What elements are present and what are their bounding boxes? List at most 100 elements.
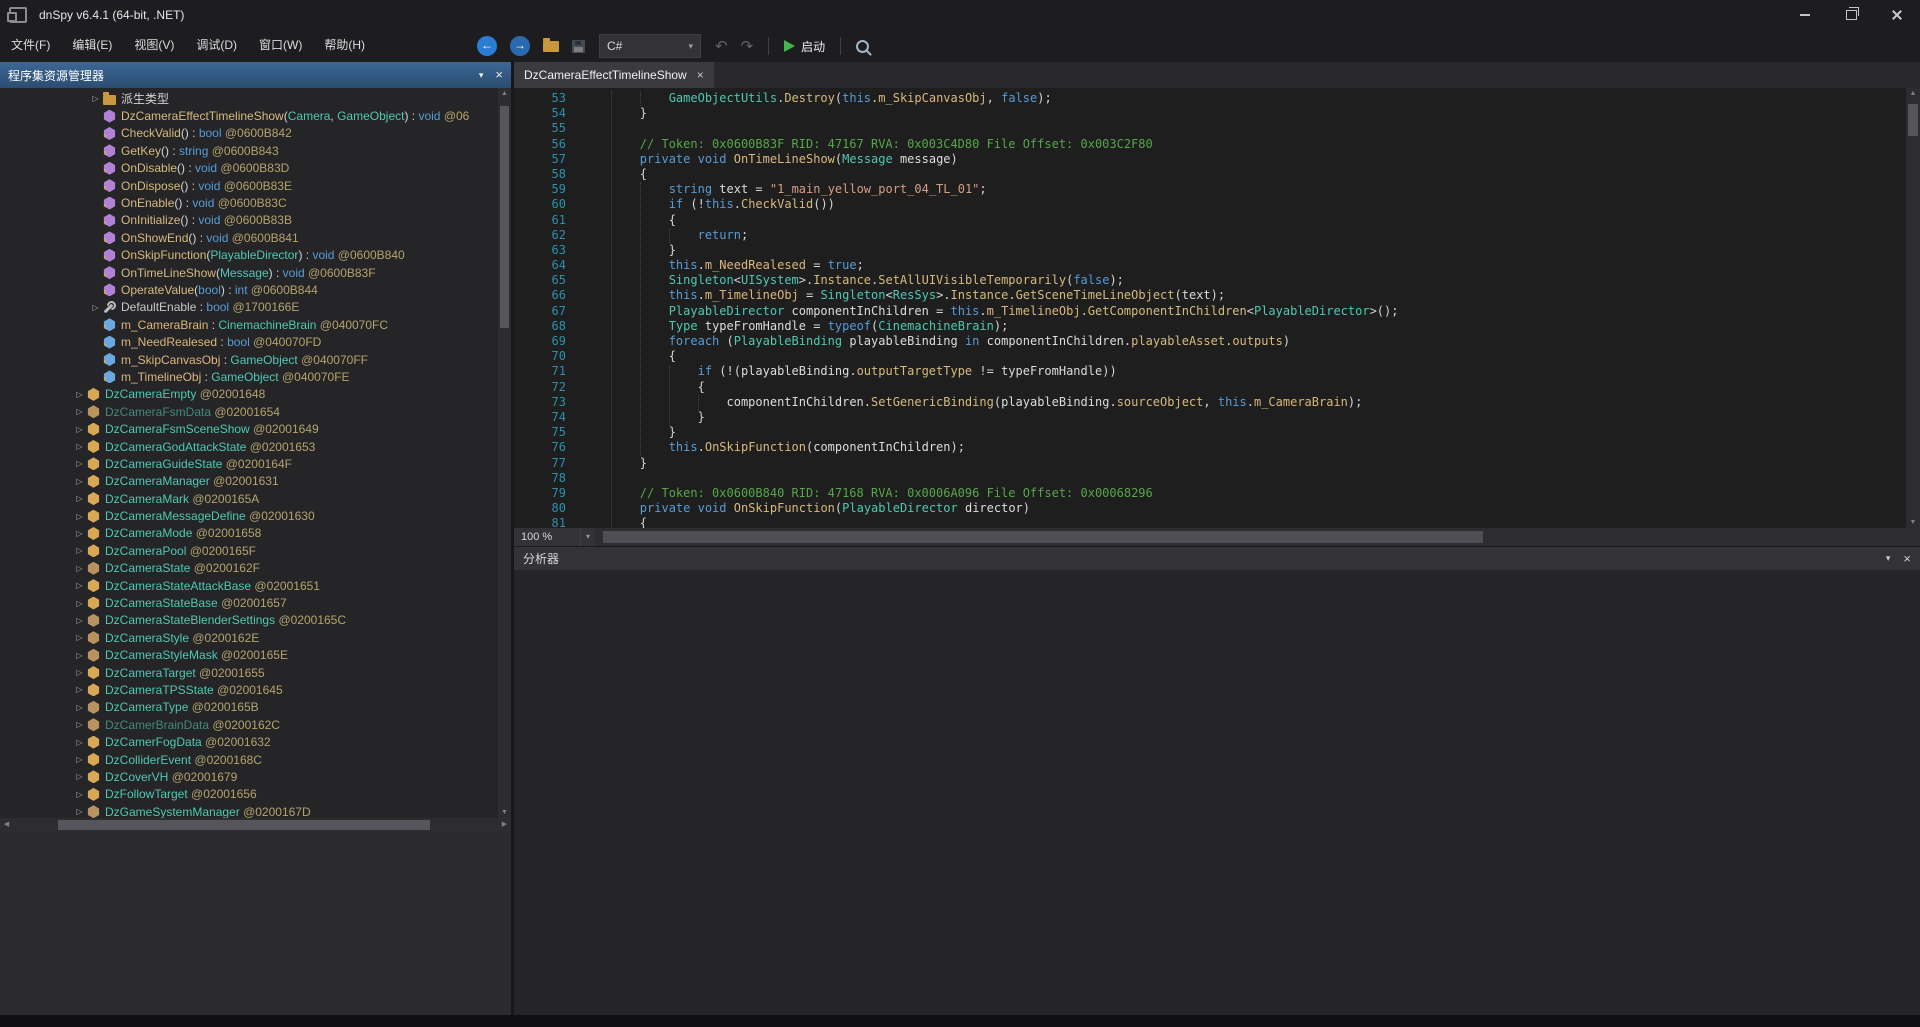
open-file-button[interactable]	[538, 34, 564, 58]
tree-vertical-scroll-thumb[interactable]	[500, 106, 509, 328]
code-editor[interactable]: 53 GameObjectUtils.Destroy(this.m_SkipCa…	[514, 88, 1920, 528]
tree-horizontal-scrollbar[interactable]: ◀ ▶	[0, 818, 511, 832]
zoom-caret-icon[interactable]: ▾	[580, 528, 595, 546]
tree-item[interactable]: ▷派生类型	[0, 90, 498, 107]
assembly-tree[interactable]: ▷派生类型DzCameraEffectTimelineShow(Camera, …	[0, 88, 498, 818]
tree-item[interactable]: CheckValid() : bool @0600B842	[0, 125, 498, 142]
code-lines[interactable]: 53 GameObjectUtils.Destroy(this.m_SkipCa…	[514, 88, 1906, 528]
expander-icon[interactable]: ▷	[72, 390, 87, 399]
language-combobox[interactable]: C# ▾	[599, 34, 701, 58]
tree-item[interactable]: ▷DzCameraManager @02001631	[0, 473, 498, 490]
tree-item[interactable]: ▷DzCameraStateBlenderSettings @0200165C	[0, 612, 498, 629]
expander-icon[interactable]: ▷	[72, 512, 87, 521]
start-debug-button[interactable]: 启动	[779, 34, 830, 58]
expander-icon[interactable]: ▷	[88, 303, 103, 312]
tree-horizontal-scroll-thumb[interactable]	[58, 820, 430, 830]
expander-icon[interactable]: ▷	[72, 755, 87, 764]
tree-item[interactable]: ▷DzCoverVH @02001679	[0, 768, 498, 785]
expander-icon[interactable]: ▷	[72, 599, 87, 608]
analyzer-menu-caret-icon[interactable]: ▾	[1886, 553, 1891, 564]
tree-item[interactable]: DzCameraEffectTimelineShow(Camera, GameO…	[0, 107, 498, 124]
tree-item[interactable]: ▷DzCameraMessageDefine @02001630	[0, 507, 498, 524]
expander-icon[interactable]: ▷	[72, 442, 87, 451]
tree-item[interactable]: OnEnable() : void @0600B83C	[0, 194, 498, 211]
search-assemblies-button[interactable]	[851, 34, 878, 58]
menu-item[interactable]: 编辑(E)	[61, 30, 123, 62]
tree-item[interactable]: ▷DzCameraFsmData @02001654	[0, 403, 498, 420]
expander-icon[interactable]: ▷	[72, 685, 87, 694]
menu-item[interactable]: 窗口(W)	[248, 30, 313, 62]
expander-icon[interactable]: ▷	[72, 425, 87, 434]
tree-item[interactable]: ▷DzGameSystemManager @0200167D	[0, 803, 498, 818]
scroll-down-icon[interactable]: ▼	[498, 809, 511, 816]
tree-item[interactable]: ▷DefaultEnable : bool @1700166E	[0, 299, 498, 316]
expander-icon[interactable]: ▷	[72, 459, 87, 468]
tree-item[interactable]: OnDispose() : void @0600B83E	[0, 177, 498, 194]
tree-item[interactable]: ▷DzCameraTarget @02001655	[0, 664, 498, 681]
minimize-button[interactable]	[1782, 0, 1828, 30]
tree-item[interactable]: OnDisable() : void @0600B83D	[0, 160, 498, 177]
tab-dzcameraeffecttimelineshow[interactable]: DzCameraEffectTimelineShow ×	[514, 62, 714, 88]
tree-item[interactable]: OnTimeLineShow(Message) : void @0600B83F	[0, 264, 498, 281]
tree-item[interactable]: ▷DzCameraTPSState @02001645	[0, 681, 498, 698]
tab-close-icon[interactable]: ×	[697, 68, 704, 82]
tree-item[interactable]: m_SkipCanvasObj : GameObject @040070FF	[0, 351, 498, 368]
expander-icon[interactable]: ▷	[72, 546, 87, 555]
scroll-up-icon[interactable]: ▲	[498, 90, 511, 97]
tree-item[interactable]: OnInitialize() : void @0600B83B	[0, 212, 498, 229]
tree-item[interactable]: ▷DzCameraType @0200165B	[0, 699, 498, 716]
tree-item[interactable]: OperateValue(bool) : int @0600B844	[0, 281, 498, 298]
tree-item[interactable]: ▷DzCameraState @0200162F	[0, 560, 498, 577]
tree-item[interactable]: ▷DzCameraStateBase @02001657	[0, 594, 498, 611]
tree-item[interactable]: ▷DzCameraEmpty @02001648	[0, 386, 498, 403]
scroll-right-icon[interactable]: ▶	[498, 818, 511, 832]
redo-button[interactable]: ↷	[736, 34, 759, 58]
editor-vertical-scrollbar[interactable]: ▲ ▼	[1906, 88, 1920, 528]
tree-item[interactable]: ▷DzCameraMode @02001658	[0, 525, 498, 542]
expander-icon[interactable]: ▷	[72, 772, 87, 781]
close-button[interactable]	[1874, 0, 1920, 30]
expander-icon[interactable]: ▷	[72, 581, 87, 590]
expander-icon[interactable]: ▷	[72, 494, 87, 503]
editor-horizontal-scrollbar[interactable]	[595, 528, 1920, 546]
tree-item[interactable]: m_CameraBrain : CinemachineBrain @040070…	[0, 316, 498, 333]
tree-item[interactable]: ▷DzCameraStyleMask @0200165E	[0, 647, 498, 664]
scroll-up-icon[interactable]: ▲	[1906, 90, 1920, 97]
tree-item[interactable]: ▷DzCameraFsmSceneShow @02001649	[0, 420, 498, 437]
menu-item[interactable]: 视图(V)	[123, 30, 185, 62]
tree-item[interactable]: ▷DzColliderEvent @0200168C	[0, 751, 498, 768]
tree-item[interactable]: ▷DzCameraGuideState @0200164F	[0, 455, 498, 472]
tree-item[interactable]: m_TimelineObj : GameObject @040070FE	[0, 368, 498, 385]
tree-item[interactable]: m_NeedRealesed : bool @040070FD	[0, 333, 498, 350]
tree-item[interactable]: OnShowEnd() : void @0600B841	[0, 229, 498, 246]
tree-item[interactable]: ▷DzCameraStyle @0200162E	[0, 629, 498, 646]
analyzer-close-icon[interactable]: ×	[1903, 553, 1911, 565]
menu-item[interactable]: 文件(F)	[0, 30, 61, 62]
editor-vertical-scroll-thumb[interactable]	[1908, 104, 1918, 136]
expander-icon[interactable]: ▷	[72, 668, 87, 677]
panel-menu-caret-icon[interactable]: ▾	[479, 70, 484, 81]
expander-icon[interactable]: ▷	[88, 94, 103, 103]
navigate-forward-button[interactable]: →	[505, 34, 535, 58]
panel-close-icon[interactable]: ×	[495, 69, 503, 81]
tree-item[interactable]: ▷DzCamerFogData @02001632	[0, 733, 498, 750]
zoom-combobox[interactable]: 100 %	[514, 528, 580, 546]
tree-item[interactable]: GetKey() : string @0600B843	[0, 142, 498, 159]
undo-button[interactable]: ↶	[710, 34, 733, 58]
tree-item[interactable]: ▷DzCameraMark @0200165A	[0, 490, 498, 507]
tree-item[interactable]: ▷DzCameraPool @0200165F	[0, 542, 498, 559]
tree-item[interactable]: ▷DzCamerBrainData @0200162C	[0, 716, 498, 733]
expander-icon[interactable]: ▷	[72, 720, 87, 729]
expander-icon[interactable]: ▷	[72, 807, 87, 816]
expander-icon[interactable]: ▷	[72, 407, 87, 416]
editor-horizontal-scroll-thumb[interactable]	[603, 531, 1483, 543]
expander-icon[interactable]: ▷	[72, 738, 87, 747]
tree-item[interactable]: OnSkipFunction(PlayableDirector) : void …	[0, 247, 498, 264]
expander-icon[interactable]: ▷	[72, 477, 87, 486]
tree-item[interactable]: ▷DzFollowTarget @02001656	[0, 786, 498, 803]
menu-item[interactable]: 调试(D)	[185, 30, 248, 62]
expander-icon[interactable]: ▷	[72, 790, 87, 799]
menu-item[interactable]: 帮助(H)	[313, 30, 376, 62]
expander-icon[interactable]: ▷	[72, 633, 87, 642]
expander-icon[interactable]: ▷	[72, 529, 87, 538]
